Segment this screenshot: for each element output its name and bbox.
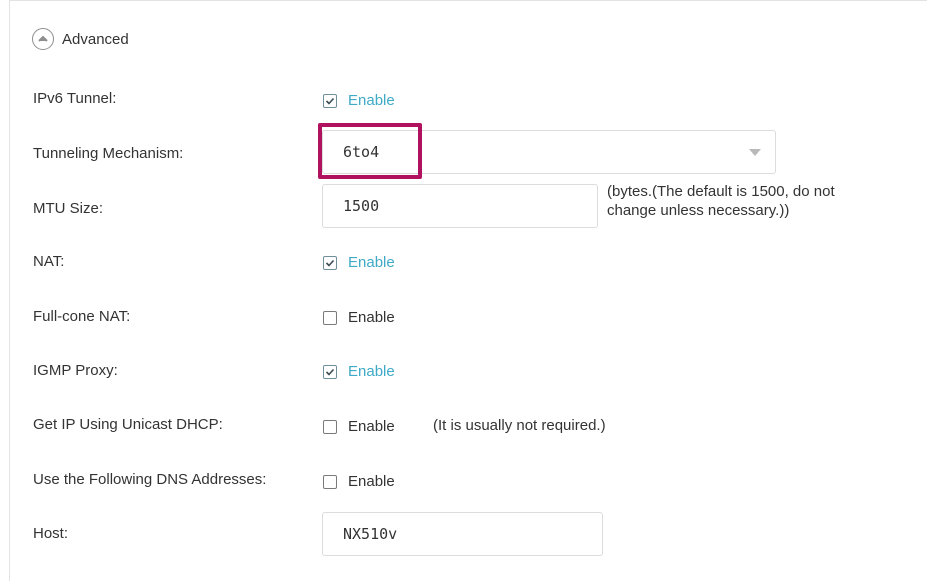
- nat-checkbox[interactable]: [323, 255, 337, 270]
- full-cone-nat-checkbox[interactable]: [323, 310, 337, 325]
- highlight-box: [318, 123, 422, 179]
- dns-addresses-checkbox[interactable]: [323, 474, 337, 489]
- unicast-dhcp-note: (It is usually not required.): [433, 417, 606, 434]
- igmp-proxy-enable[interactable]: Enable: [323, 363, 395, 380]
- mtu-size-value: 1500: [343, 197, 380, 215]
- mtu-size-note: (bytes.(The default is 1500, do not chan…: [607, 182, 835, 220]
- nat-label: NAT:: [33, 253, 65, 270]
- ipv6-tunnel-enable[interactable]: Enable: [323, 92, 395, 109]
- nat-enable-label[interactable]: Enable: [348, 254, 395, 271]
- ipv6-tunnel-label: IPv6 Tunnel:: [33, 90, 117, 107]
- mtu-size-note-line2: change unless necessary.)): [607, 202, 790, 219]
- advanced-label: Advanced: [62, 30, 129, 48]
- ipv6-tunnel-checkbox[interactable]: [323, 93, 337, 108]
- unicast-dhcp-enable-label[interactable]: Enable: [348, 418, 395, 435]
- full-cone-nat-label: Full-cone NAT:: [33, 308, 131, 325]
- unicast-dhcp-checkbox[interactable]: [323, 419, 337, 434]
- dns-addresses-enable[interactable]: Enable: [323, 473, 395, 490]
- dns-addresses-enable-label[interactable]: Enable: [348, 473, 395, 490]
- dns-addresses-label: Use the Following DNS Addresses:: [33, 471, 267, 488]
- full-cone-nat-enable-label[interactable]: Enable: [348, 309, 395, 326]
- unicast-dhcp-enable[interactable]: Enable: [323, 418, 395, 435]
- mtu-size-note-line1: (bytes.(The default is 1500, do not: [607, 183, 835, 200]
- full-cone-nat-enable[interactable]: Enable: [323, 309, 395, 326]
- host-label: Host:: [33, 525, 69, 542]
- ipv6-tunnel-enable-label[interactable]: Enable: [348, 92, 395, 109]
- mtu-size-label: MTU Size:: [33, 200, 104, 217]
- settings-panel: [9, 0, 927, 581]
- igmp-proxy-enable-label[interactable]: Enable: [348, 363, 395, 380]
- host-value: NX510v: [343, 525, 398, 543]
- dropdown-arrow-icon[interactable]: [749, 149, 761, 156]
- mtu-size-input[interactable]: 1500: [322, 184, 598, 228]
- nat-enable[interactable]: Enable: [323, 254, 395, 271]
- igmp-proxy-checkbox[interactable]: [323, 364, 337, 379]
- chevron-up-icon[interactable]: [32, 28, 54, 50]
- igmp-proxy-label: IGMP Proxy:: [33, 362, 118, 379]
- advanced-toggle[interactable]: Advanced: [32, 26, 129, 52]
- unicast-dhcp-label: Get IP Using Unicast DHCP:: [33, 416, 223, 433]
- host-input[interactable]: NX510v: [322, 512, 603, 556]
- tunneling-mechanism-label: Tunneling Mechanism:: [33, 145, 184, 162]
